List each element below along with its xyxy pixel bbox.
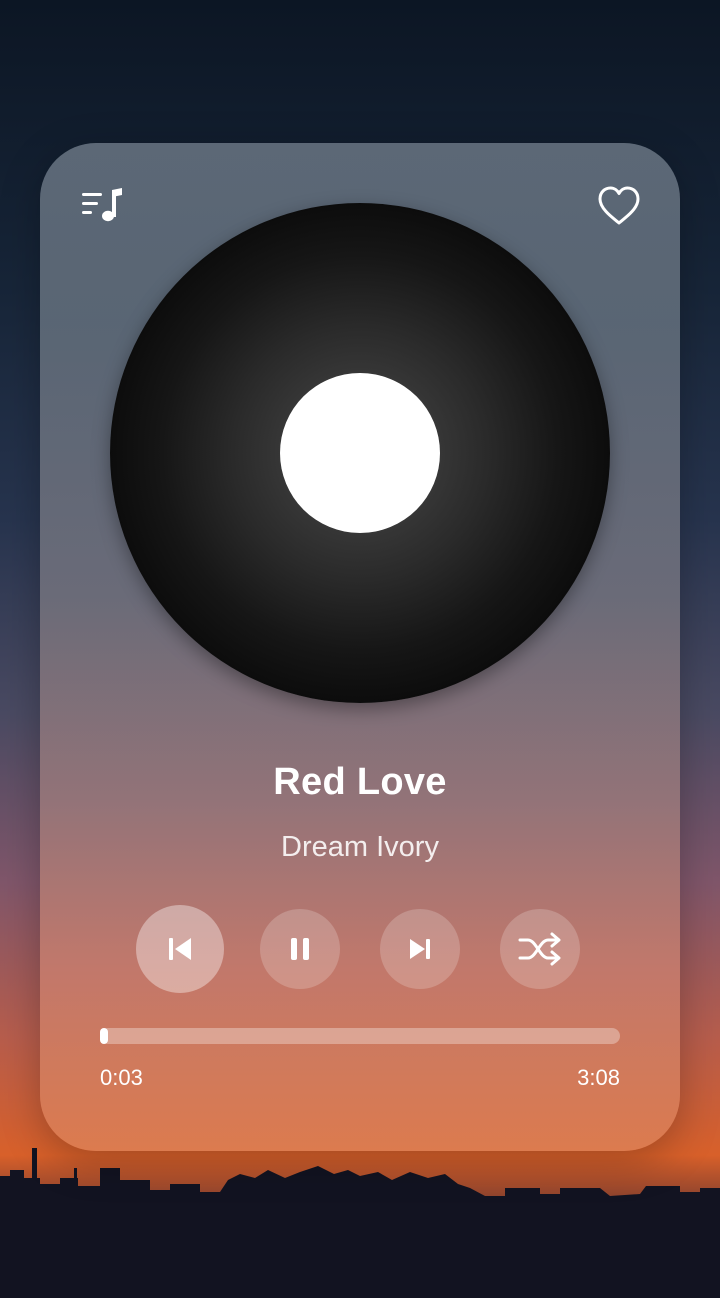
total-duration: 3:08 bbox=[577, 1065, 620, 1090]
progress-fill bbox=[100, 1028, 108, 1044]
heart-icon bbox=[598, 186, 640, 225]
favorite-button[interactable] bbox=[594, 181, 644, 231]
disc-center-label bbox=[280, 373, 440, 533]
artist-name: Dream Ivory bbox=[281, 831, 439, 863]
playlist-icon bbox=[82, 188, 122, 222]
skip-next-icon bbox=[410, 939, 430, 959]
shuffle-icon bbox=[518, 932, 561, 966]
song-title: Red Love bbox=[273, 761, 447, 803]
playback-controls bbox=[136, 905, 584, 993]
next-button[interactable] bbox=[380, 909, 460, 989]
shuffle-button[interactable] bbox=[500, 909, 580, 989]
elapsed-time: 0:03 bbox=[100, 1065, 143, 1090]
album-disc bbox=[110, 203, 610, 703]
city-skyline-silhouette bbox=[0, 1148, 720, 1298]
pause-button[interactable] bbox=[260, 909, 340, 989]
previous-button[interactable] bbox=[136, 905, 224, 993]
playlist-button[interactable] bbox=[76, 183, 126, 227]
skip-previous-icon bbox=[169, 938, 191, 960]
player-card: Red Love Dream Ivory 0:03 3:08 bbox=[40, 143, 680, 1151]
progress-bar[interactable] bbox=[100, 1028, 620, 1044]
pause-icon bbox=[291, 938, 309, 960]
